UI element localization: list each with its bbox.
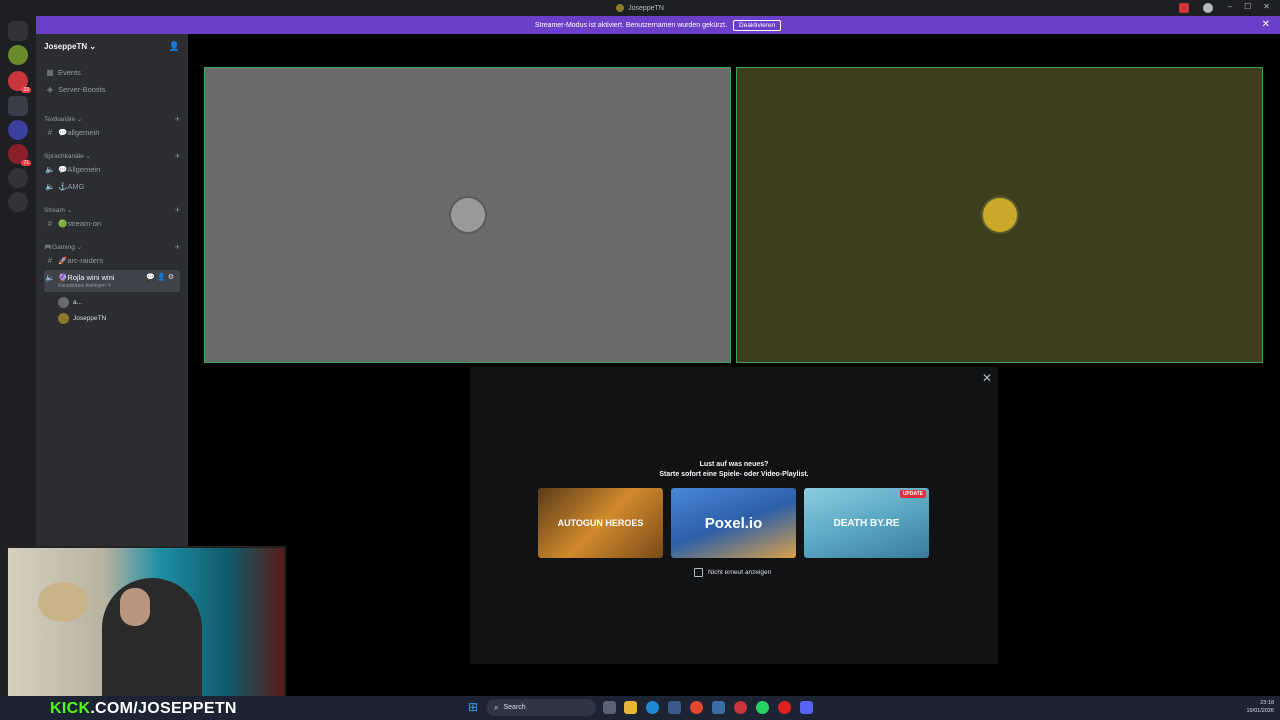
window-title: JoseppeTN <box>628 4 664 12</box>
edge-icon[interactable] <box>646 701 659 714</box>
help-icon[interactable] <box>1203 3 1213 13</box>
checkbox[interactable] <box>694 568 703 577</box>
streamer <box>102 578 202 696</box>
channel-arc-raiders[interactable]: # 🚀arc-raiders <box>44 256 180 265</box>
category-voice[interactable]: Sprachkanäle ⌄ + <box>44 151 180 161</box>
avatar <box>58 297 69 308</box>
voice-user[interactable]: a... <box>58 297 82 308</box>
popup-subtitle: Starte sofort eine Spiele- oder Video-Pl… <box>659 471 809 478</box>
windows-start-icon[interactable]: ⊞ <box>468 701 481 714</box>
popup-close-icon[interactable]: ✕ <box>982 371 992 385</box>
add-channel-icon[interactable]: + <box>175 114 180 124</box>
whatsapp-icon[interactable] <box>756 701 769 714</box>
add-server-icon[interactable] <box>8 168 28 188</box>
minimize-icon[interactable]: – <box>1228 2 1232 11</box>
game-card-death[interactable]: DEATH BY.RE UPDATE <box>804 488 929 558</box>
close-icon[interactable]: ✕ <box>1263 2 1270 11</box>
recording-icon[interactable] <box>778 701 791 714</box>
add-channel-icon[interactable]: + <box>175 151 180 161</box>
streamer-mode-banner: Streamer-Modus ist aktiviert. Benutzerna… <box>36 16 1280 34</box>
discover-icon[interactable] <box>8 192 28 212</box>
category-stream[interactable]: Stream ⌄ + <box>44 205 180 215</box>
video-tile-user-1[interactable] <box>204 67 731 363</box>
calendar-icon: ▦ <box>46 68 54 77</box>
dont-show-again[interactable]: Nicht erneut anzeigen <box>694 568 771 577</box>
invite-icon[interactable]: 👤 <box>169 41 180 52</box>
store-icon[interactable] <box>668 701 681 714</box>
streamer-face <box>120 588 150 626</box>
hat-on-wall <box>38 582 88 622</box>
hash-icon: # <box>47 219 53 228</box>
discord-icon[interactable] <box>800 701 813 714</box>
title-bar: JoseppeTN – ☐ ✕ <box>0 0 1280 16</box>
guild-name[interactable]: JoseppeTN ⌄ <box>44 42 96 51</box>
search-icon: ⌕ <box>494 702 499 712</box>
webcam-overlay <box>6 546 286 698</box>
task-view-icon[interactable] <box>603 701 616 714</box>
avatar <box>980 196 1019 234</box>
speaker-icon: 🔈 <box>45 165 55 174</box>
server-icon-2[interactable]: 33 <box>8 71 31 93</box>
voice-user[interactable]: JoseppeTN <box>58 313 106 324</box>
add-channel-icon[interactable]: + <box>175 205 180 215</box>
speaker-icon: 🔈 <box>45 182 55 191</box>
popup-title: Lust auf was neues? <box>699 461 769 468</box>
channel-allgemein-voice[interactable]: 🔈 💬Allgemein <box>44 165 180 174</box>
hash-icon: # <box>47 256 53 265</box>
taskbar-clock[interactable]: 23:18 19/01/2026 <box>1246 699 1274 715</box>
taskbar-search[interactable]: ⌕ Search <box>486 699 596 716</box>
activity-popup: ✕ Lust auf was neues? Starte sofort eine… <box>470 367 998 664</box>
app-icon[interactable] <box>712 701 725 714</box>
channel-actions[interactable]: 💬👤⚙ <box>146 273 176 281</box>
server-icon-5[interactable]: 71 <box>8 144 31 166</box>
category-gaming[interactable]: 🎮Gaming ⌄ + <box>44 242 180 252</box>
discord-home-icon[interactable] <box>8 21 28 41</box>
hash-icon: # <box>47 128 53 137</box>
file-explorer-icon[interactable] <box>624 701 637 714</box>
server-boosts-item[interactable]: ◈ Server-Boosts <box>44 85 180 94</box>
app-icon-red[interactable] <box>734 701 747 714</box>
update-badge: UPDATE <box>899 490 926 498</box>
title-avatar <box>616 4 625 12</box>
avatar <box>58 313 69 324</box>
server-icon-3[interactable] <box>8 96 28 116</box>
channel-stream-on[interactable]: # 🟢stream-on <box>44 219 180 228</box>
banner-text: Streamer-Modus ist aktiviert. Benutzerna… <box>534 21 728 29</box>
server-icon-joseppetn[interactable] <box>8 45 28 65</box>
category-text[interactable]: Textkanäle ⌄ + <box>44 114 180 124</box>
kick-channel-overlay: KICK.COM/JOSEPPETN <box>50 700 237 717</box>
game-card-autogun[interactable]: AUTOGUN HEROES <box>538 488 663 558</box>
video-tile-user-2[interactable] <box>736 67 1263 363</box>
inbox-icon[interactable] <box>1179 3 1189 13</box>
speaker-icon: 🔈 <box>45 273 55 282</box>
channel-allgemein-text[interactable]: # 💬allgemein <box>44 128 180 137</box>
voice-stage: ✕ Lust auf was neues? Starte sofort eine… <box>188 34 1280 696</box>
server-icon-4[interactable] <box>8 120 28 140</box>
events-item[interactable]: ▦ Events <box>44 68 180 77</box>
game-card-poxel[interactable]: Poxel.io <box>671 488 796 558</box>
avatar <box>448 196 487 234</box>
maximize-icon[interactable]: ☐ <box>1244 2 1251 11</box>
channel-amg[interactable]: 🔈 ⚓AMG <box>44 182 180 191</box>
boost-icon: ◈ <box>46 85 54 94</box>
channel-active-voice[interactable]: 🔈 🔮Rojla wini wini Kanalstatus festlegen… <box>44 270 180 292</box>
add-channel-icon[interactable]: + <box>175 242 180 252</box>
banner-close-icon[interactable]: ✕ <box>1262 19 1270 30</box>
chrome-icon[interactable] <box>690 701 703 714</box>
deactivate-button[interactable]: Deaktivieren <box>733 19 782 31</box>
window-controls: – ☐ ✕ <box>1228 2 1270 11</box>
channel-status[interactable]: Kanalstatus festlegen ✎ <box>58 283 111 289</box>
